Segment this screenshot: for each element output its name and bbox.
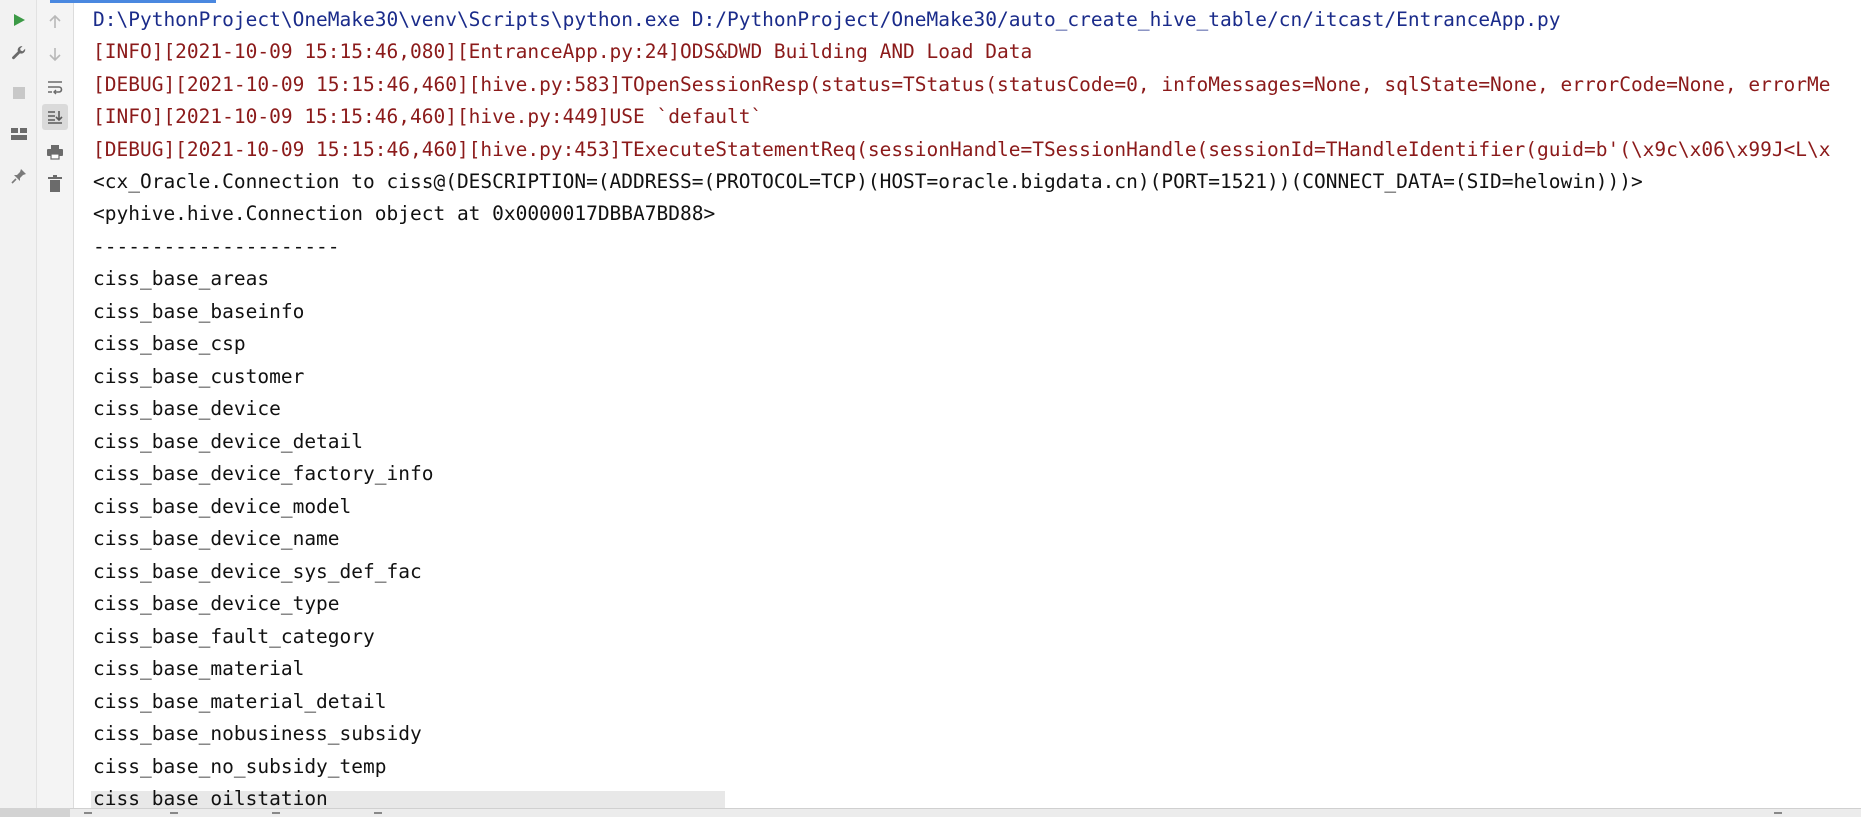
bottom-tab-active[interactable]: [0, 808, 70, 817]
bottom-tool-icon[interactable]: [1774, 812, 1782, 819]
pin-icon[interactable]: [6, 163, 32, 189]
bottom-tool-icon[interactable]: [84, 812, 92, 819]
run-toolbar: [0, 0, 37, 808]
stop-icon[interactable]: [6, 80, 32, 106]
table-name-line: ciss_base_device_factory_info: [93, 462, 434, 485]
log-line: [INFO][2021-10-09 15:15:46,080][Entrance…: [93, 40, 1033, 63]
layout-icon[interactable]: [6, 121, 32, 147]
log-line: [INFO][2021-10-09 15:15:46,460][hive.py:…: [93, 105, 763, 128]
table-name-line: ciss_base_device_sys_def_fac: [93, 560, 422, 583]
table-name-line: ciss_base_areas: [93, 267, 270, 290]
trash-icon[interactable]: [42, 171, 68, 197]
scroll-to-end-icon[interactable]: [42, 104, 68, 130]
play-icon[interactable]: [6, 7, 32, 33]
bottom-tool-icon[interactable]: [170, 812, 178, 819]
log-line: [DEBUG][2021-10-09 15:15:46,460][hive.py…: [93, 73, 1831, 96]
table-name-line: ciss_base_oilstation: [93, 787, 328, 808]
bottom-tool-icon[interactable]: [272, 812, 280, 819]
table-name-line: ciss_base_device_type: [93, 592, 340, 615]
log-line: [DEBUG][2021-10-09 15:15:46,460][hive.py…: [93, 138, 1831, 161]
table-name-line: ciss_base_device_detail: [93, 430, 364, 453]
table-name-line: ciss_base_device_model: [93, 495, 352, 518]
table-name-line: ciss_base_customer: [93, 365, 305, 388]
arrow-up-icon[interactable]: [42, 9, 68, 35]
wrench-icon[interactable]: [6, 40, 32, 66]
separator-line: ---------------------: [93, 235, 340, 258]
table-name-line: ciss_base_material_detail: [93, 690, 387, 713]
command-line: D:\PythonProject\OneMake30\venv\Scripts\…: [93, 8, 1561, 31]
output-line: <cx_Oracle.Connection to ciss@(DESCRIPTI…: [93, 170, 1643, 193]
table-name-line: ciss_base_nobusiness_subsidy: [93, 722, 422, 745]
console-actions: [37, 0, 74, 808]
arrow-down-icon[interactable]: [42, 41, 68, 67]
table-name-line: ciss_base_no_subsidy_temp: [93, 755, 387, 778]
table-name-line: ciss_base_device: [93, 397, 281, 420]
soft-wrap-icon[interactable]: [42, 74, 68, 100]
table-name-line: ciss_base_fault_category: [93, 625, 375, 648]
table-name-line: ciss_base_device_name: [93, 527, 340, 550]
console-output[interactable]: D:\PythonProject\OneMake30\venv\Scripts\…: [74, 0, 1861, 808]
table-name-line: ciss_base_csp: [93, 332, 246, 355]
bottom-tool-icon[interactable]: [374, 812, 382, 819]
output-line: <pyhive.hive.Connection object at 0x0000…: [93, 202, 716, 225]
table-name-line: ciss_base_material: [93, 657, 305, 680]
print-icon[interactable]: [42, 139, 68, 165]
table-name-line: ciss_base_baseinfo: [93, 300, 305, 323]
